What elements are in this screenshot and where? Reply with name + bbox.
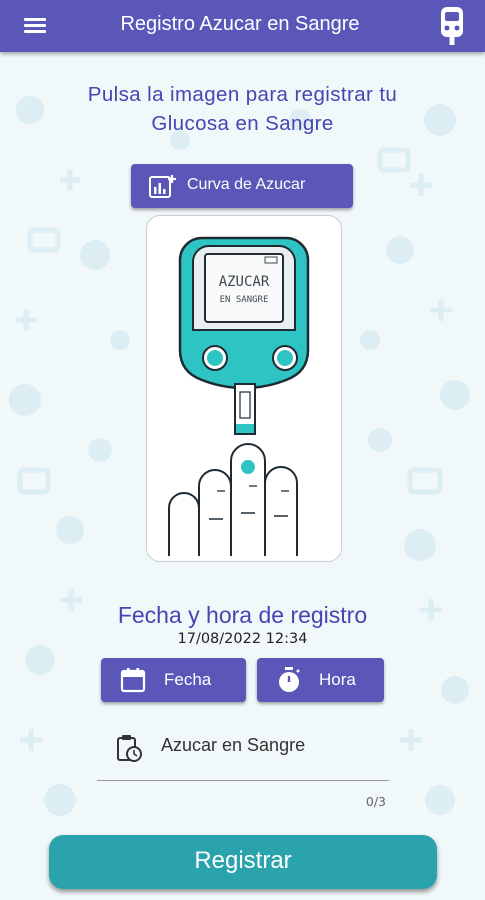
- sugar-curve-button[interactable]: Curva de Azucar: [131, 164, 353, 208]
- stopwatch-icon: [279, 667, 300, 692]
- calendar-icon: [120, 668, 146, 693]
- menu-icon-bar: [24, 30, 46, 33]
- menu-button[interactable]: [18, 10, 52, 42]
- time-button[interactable]: Hora: [257, 658, 384, 702]
- glucometer-icon: [441, 7, 463, 45]
- clipboard-clock-icon: [117, 735, 142, 762]
- glucometer-drawing: AZUCAR EN SANGRE: [168, 236, 310, 556]
- app-title: Registro Azucar en Sangre: [120, 13, 360, 35]
- register-button-label: Registrar: [194, 847, 292, 874]
- instruction-text: Pulsa la imagen para registrar tu Glucos…: [20, 80, 465, 138]
- chart-add-icon: [149, 175, 176, 198]
- register-button[interactable]: Registrar: [49, 835, 437, 889]
- datetime-value: 17/08/2022 12:34: [177, 631, 308, 647]
- datetime-heading: Fecha y hora de registro: [117, 602, 368, 628]
- blood-sugar-field[interactable]: Azucar en Sangre 0/3: [97, 720, 389, 820]
- time-button-label: Hora: [319, 670, 356, 689]
- app-bar: Registro Azucar en Sangre: [0, 0, 485, 52]
- menu-icon-bar: [24, 24, 46, 27]
- character-counter: 0/3: [365, 794, 386, 809]
- meter-screen-line-2: EN SANGRE: [220, 295, 269, 305]
- glucometer-button[interactable]: [432, 4, 472, 48]
- menu-icon: [24, 18, 46, 21]
- instruction-line-1: Pulsa la imagen para registrar tu: [87, 83, 398, 106]
- date-button[interactable]: Fecha: [101, 658, 246, 702]
- sugar-curve-label: Curva de Azucar: [187, 176, 306, 193]
- input-underline: [97, 780, 389, 781]
- blood-sugar-label: Azucar en Sangre: [161, 735, 306, 755]
- meter-screen-line-1: AZUCAR: [219, 274, 270, 290]
- glucometer-illustration[interactable]: AZUCAR EN SANGRE: [146, 215, 342, 562]
- date-button-label: Fecha: [164, 670, 212, 689]
- instruction-line-2: Glucosa en Sangre: [151, 112, 334, 135]
